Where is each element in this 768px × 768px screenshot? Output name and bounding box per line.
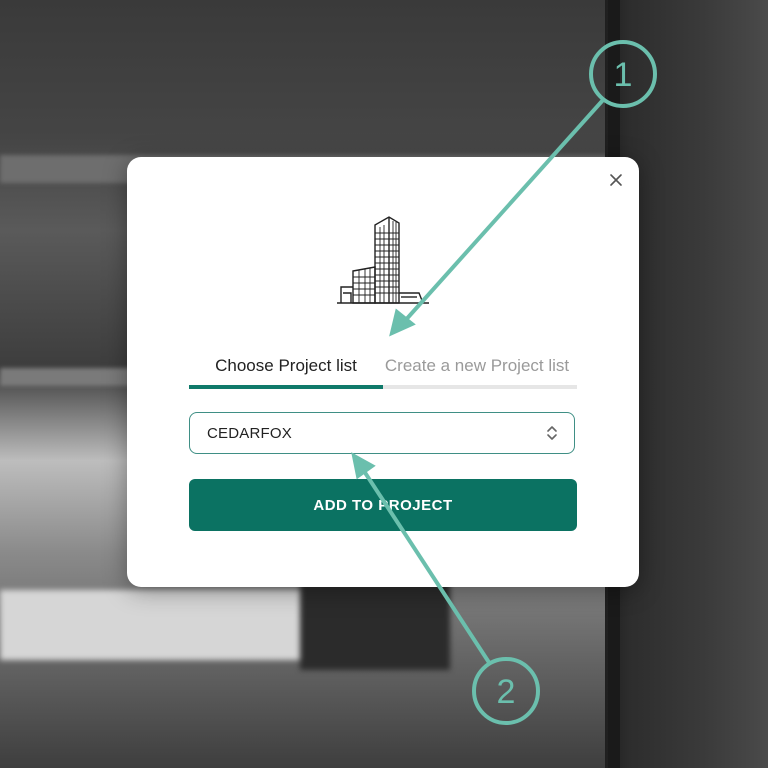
tab-create-new-project-list[interactable]: Create a new Project list: [377, 347, 577, 385]
chevron-up-down-icon: [547, 426, 557, 440]
select-value: CEDARFOX: [207, 424, 292, 442]
add-to-project-button[interactable]: ADD TO PROJECT: [189, 479, 577, 531]
project-list-select[interactable]: CEDARFOX: [189, 412, 575, 454]
close-icon-glyph: [610, 174, 622, 186]
add-to-project-modal: Choose Project list Create a new Project…: [127, 157, 639, 587]
close-icon[interactable]: [607, 171, 625, 189]
project-list-tabs: Choose Project list Create a new Project…: [189, 347, 577, 389]
building-icon: [337, 216, 429, 304]
active-tab-indicator: [189, 385, 383, 389]
tab-choose-project-list[interactable]: Choose Project list: [189, 347, 383, 385]
